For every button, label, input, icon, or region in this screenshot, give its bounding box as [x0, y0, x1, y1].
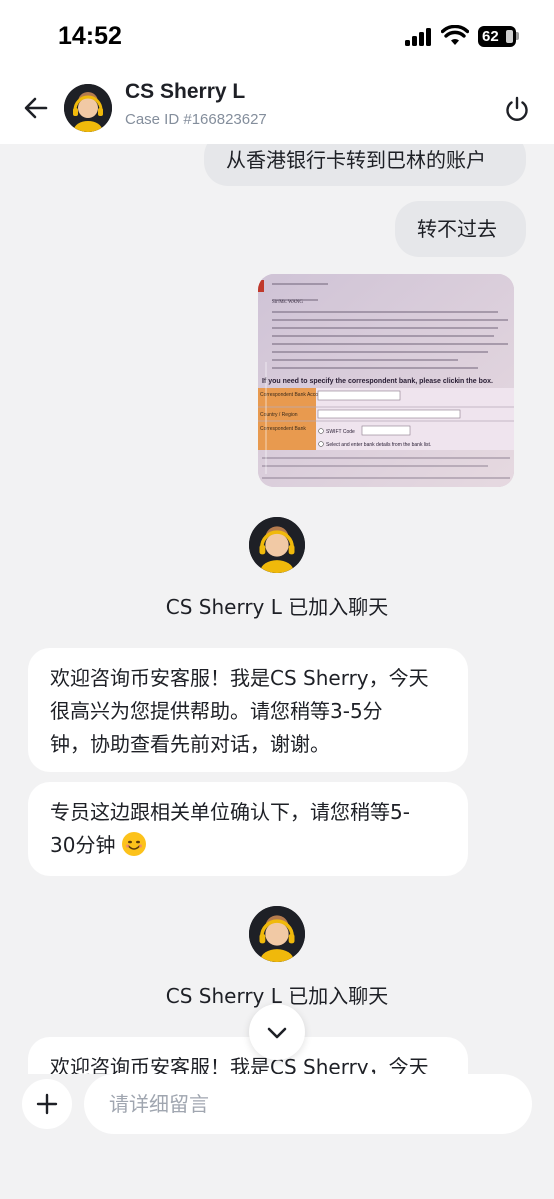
- message-line: 欢迎咨询币安客服！我是CS Sherry，今天: [50, 1055, 429, 1074]
- message-line: 专员这边跟相关单位确认下，请您稍等5-: [50, 800, 410, 824]
- status-bar: 14:52 62: [0, 0, 554, 72]
- form-select: Select and enter bank details from the b…: [326, 442, 431, 448]
- message-line: 钟，协助查看先前对话，谢谢。: [50, 732, 330, 756]
- incoming-message: 专员这边跟相关单位确认下，请您稍等5- 30分钟: [28, 782, 468, 876]
- joined-text: CS Sherry L 已加入聊天: [165, 595, 389, 619]
- form-swift: SWIFT Code: [326, 429, 355, 435]
- agent-avatar-icon: [249, 906, 305, 962]
- case-id: Case ID #166823627: [125, 111, 267, 128]
- agent-name: CS Sherry L: [125, 80, 246, 103]
- plus-icon: [36, 1093, 58, 1115]
- agent-avatar: [249, 906, 305, 962]
- agent-avatar-icon: [64, 84, 112, 132]
- chat-header: CS Sherry L Case ID #166823627: [0, 72, 554, 144]
- back-arrow-icon[interactable]: [20, 92, 52, 124]
- bank-form-screenshot: Sir/Ms. WANG If you need to specify the …: [258, 274, 514, 487]
- outgoing-message: 从香港银行卡转到巴林的账户: [204, 144, 526, 186]
- message-line: 30分钟: [50, 833, 116, 857]
- message-text: 转不过去: [417, 217, 497, 241]
- message-input-bar: [0, 1074, 554, 1199]
- message-input[interactable]: [84, 1074, 532, 1134]
- message-text: 从香港银行卡转到巴林的账户: [226, 148, 486, 172]
- battery-icon: 62: [478, 26, 516, 47]
- chevron-down-icon: [267, 1027, 287, 1039]
- message-line: 很高兴为您提供帮助。请您稍等3-5分: [50, 699, 383, 723]
- power-icon[interactable]: [502, 94, 532, 124]
- outgoing-message: 转不过去: [395, 201, 526, 257]
- battery-tip: [516, 32, 519, 40]
- form-greeting: Sir/Ms. WANG: [272, 300, 303, 305]
- scroll-to-bottom-button[interactable]: [249, 1004, 305, 1060]
- status-time: 14:52: [58, 22, 122, 50]
- agent-avatar[interactable]: [64, 84, 112, 132]
- chat-area[interactable]: 从香港银行卡转到巴林的账户 转不过去 Sir/Ms. WANG If you n…: [0, 144, 554, 1074]
- agent-joined-notice: CS Sherry L 已加入聊天: [0, 906, 554, 1009]
- message-line: 欢迎咨询币安客服！我是CS Sherry，今天: [50, 666, 429, 690]
- add-attachment-button[interactable]: [22, 1079, 72, 1129]
- battery-level: 62: [482, 28, 499, 45]
- smiling-face-emoji-icon: [121, 832, 146, 856]
- agent-avatar: [249, 517, 305, 573]
- form-heading: If you need to specify the correspondent…: [262, 378, 459, 385]
- incoming-message: 欢迎咨询币安客服！我是CS Sherry，今天: [28, 1037, 468, 1074]
- cellular-signal-icon: [405, 28, 433, 46]
- wifi-icon: [441, 25, 469, 45]
- agent-avatar-icon: [249, 517, 305, 573]
- image-attachment[interactable]: Sir/Ms. WANG If you need to specify the …: [258, 274, 514, 487]
- agent-joined-notice: CS Sherry L 已加入聊天: [0, 517, 554, 620]
- incoming-message: 欢迎咨询币安客服！我是CS Sherry，今天 很高兴为您提供帮助。请您稍等3-…: [28, 648, 468, 772]
- form-heading-end: in the box.: [458, 378, 493, 385]
